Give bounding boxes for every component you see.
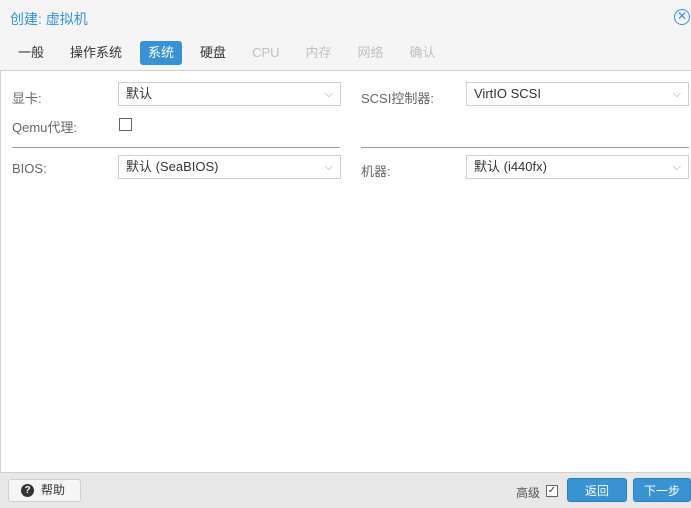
display-value: 默认 xyxy=(126,86,153,101)
window-titlebar: 创建: 虚拟机 ✕ xyxy=(0,0,691,36)
tab-general[interactable]: 一般 xyxy=(10,41,52,65)
scsi-value: VirtIO SCSI xyxy=(474,86,541,101)
bios-label: BIOS: xyxy=(12,161,47,176)
machine-value: 默认 (i440fx) xyxy=(474,159,547,174)
tab-system[interactable]: 系统 xyxy=(140,41,183,65)
advanced-label: 高级 xyxy=(516,486,541,500)
tab-os[interactable]: 操作系统 xyxy=(62,41,130,65)
next-button[interactable]: 下一步 xyxy=(633,478,691,502)
bios-value: 默认 (SeaBIOS) xyxy=(126,159,219,174)
machine-select[interactable]: 默认 (i440fx) ⌵ xyxy=(466,155,689,179)
divider-right xyxy=(361,147,689,148)
system-panel: 显卡: 默认 ⌵ SCSI控制器: VirtIO SCSI ⌵ Qemu代理: … xyxy=(0,70,691,472)
chevron-down-icon: ⌵ xyxy=(672,88,681,100)
scsi-select[interactable]: VirtIO SCSI ⌵ xyxy=(466,82,689,106)
advanced-checkbox[interactable]: ✓ xyxy=(546,485,558,497)
tab-network: 网络 xyxy=(357,45,384,60)
qemu-agent-label: Qemu代理: xyxy=(12,120,78,135)
chevron-down-icon: ⌵ xyxy=(324,88,333,100)
help-button[interactable]: ? 帮助 xyxy=(8,479,81,502)
qemu-agent-checkbox[interactable] xyxy=(119,118,132,131)
display-select[interactable]: 默认 ⌵ xyxy=(118,82,341,106)
wizard-tabs: 一般 操作系统 系统 硬盘 CPU 内存 网络 确认 xyxy=(10,41,454,65)
help-icon: ? xyxy=(21,484,34,497)
chevron-down-icon: ⌵ xyxy=(672,161,681,173)
back-button[interactable]: 返回 xyxy=(567,478,627,502)
tab-disk[interactable]: 硬盘 xyxy=(192,41,234,65)
chevron-down-icon: ⌵ xyxy=(324,161,333,173)
scsi-label: SCSI控制器: xyxy=(361,91,434,106)
wizard-footer: ? 帮助 高级 ✓ 返回 下一步 xyxy=(0,472,691,508)
tab-confirm: 确认 xyxy=(409,45,436,60)
tab-cpu: CPU xyxy=(252,45,280,60)
bios-select[interactable]: 默认 (SeaBIOS) ⌵ xyxy=(118,155,341,179)
tab-memory: 内存 xyxy=(305,45,332,60)
divider-left xyxy=(12,147,340,148)
display-label: 显卡: xyxy=(12,91,42,106)
close-icon[interactable]: ✕ xyxy=(674,9,690,25)
help-label: 帮助 xyxy=(41,483,66,497)
machine-label: 机器: xyxy=(361,164,391,179)
window-title: 创建: 虚拟机 xyxy=(10,11,88,27)
